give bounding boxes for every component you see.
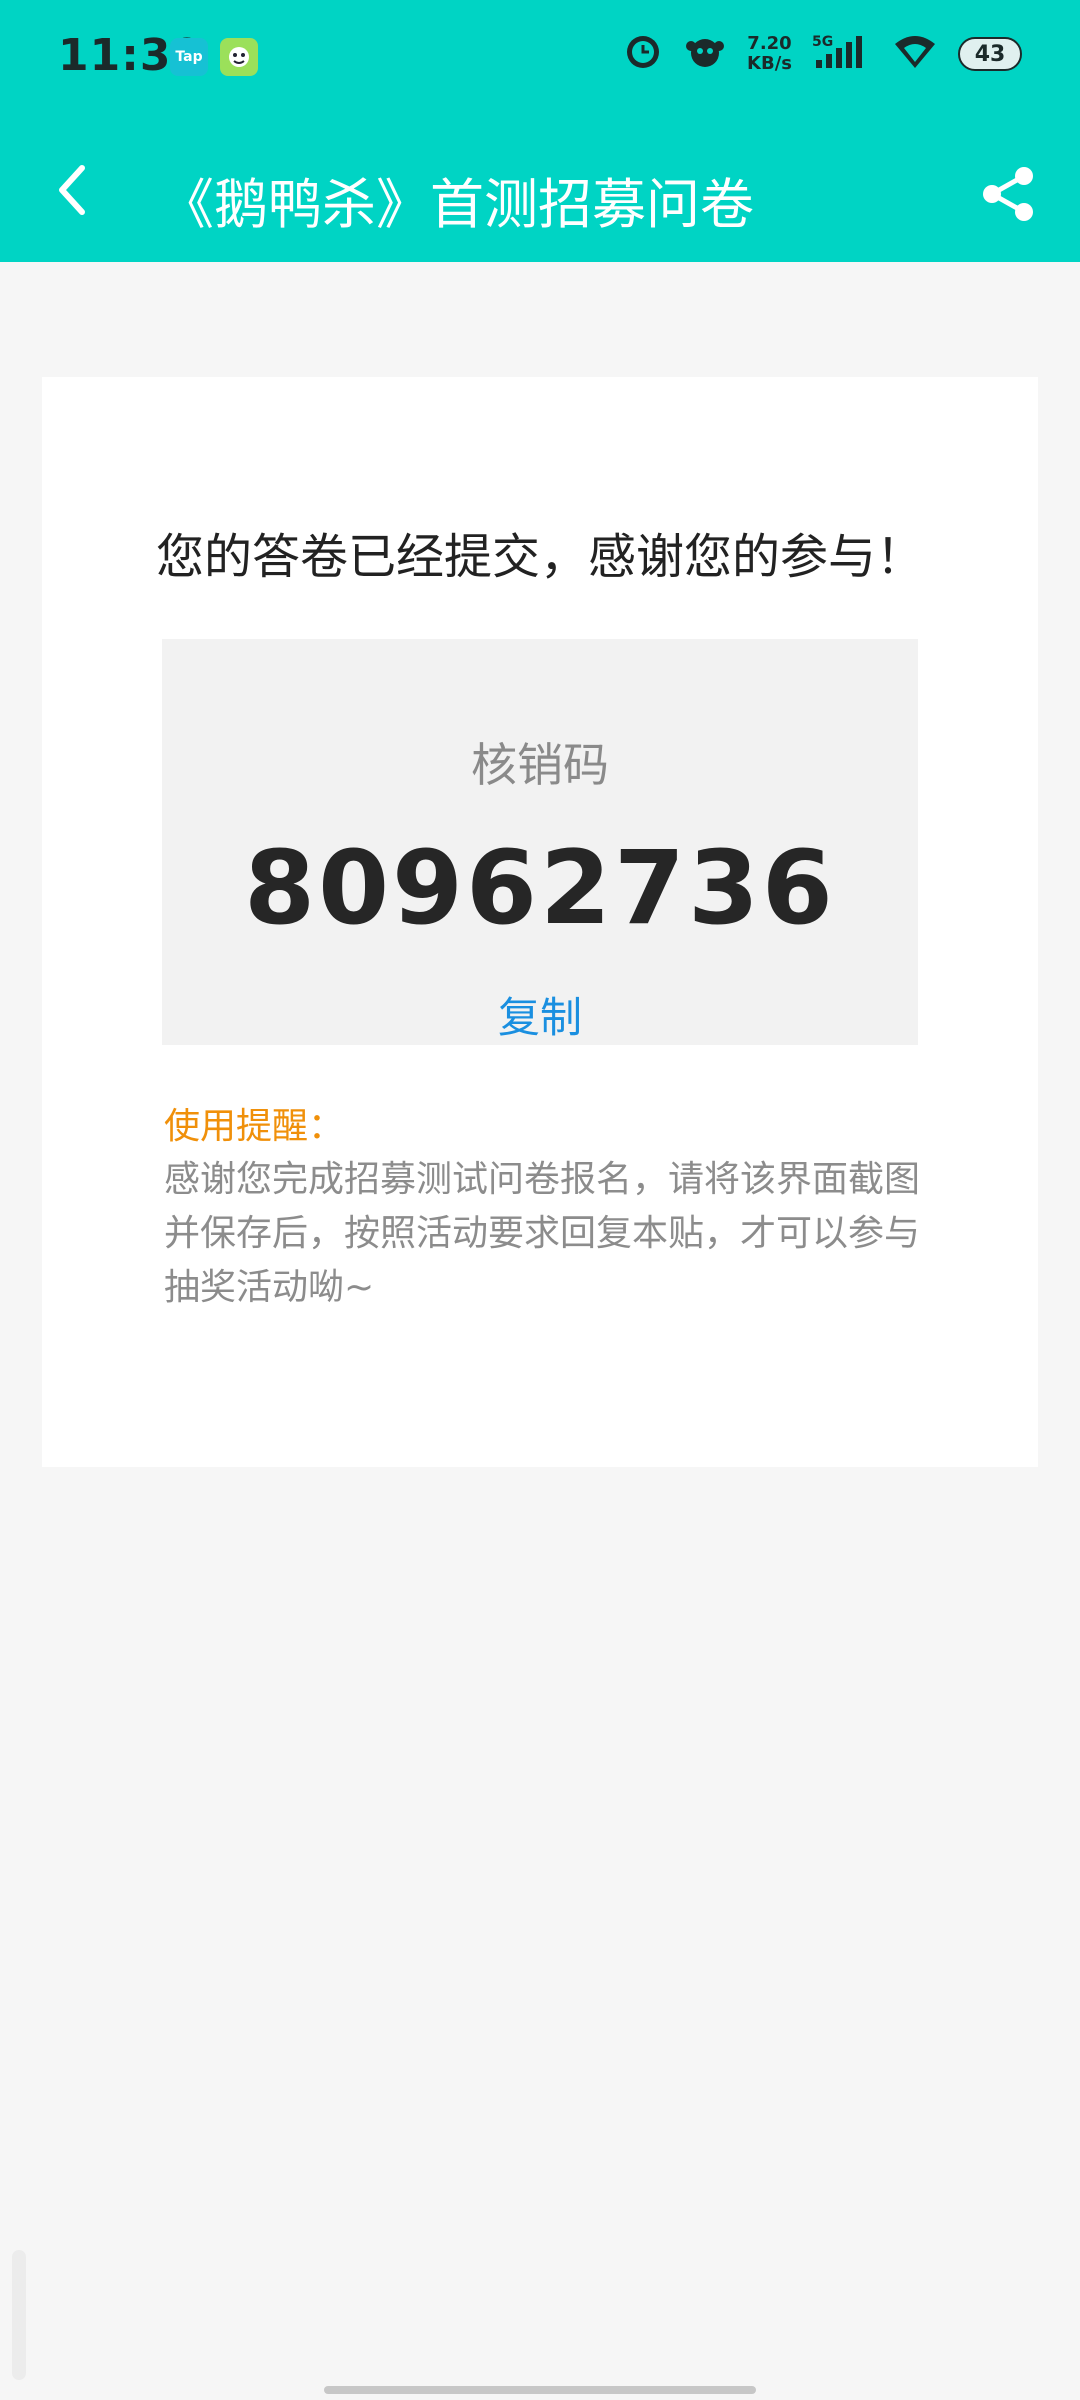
cellular-signal-icon: 5G — [812, 32, 872, 76]
status-right: 7.20 KB/s 5G 43 — [623, 32, 1022, 76]
code-value: 80962736 — [244, 829, 836, 948]
app-bar: 《鹅鸭杀》首测招募问卷 — [0, 118, 1080, 262]
game-app-icon — [220, 38, 258, 76]
tap-app-icon: Tap — [170, 38, 208, 76]
battery-indicator: 43 — [958, 37, 1022, 71]
page-title: 《鹅鸭杀》首测招募问卷 — [160, 173, 754, 236]
submitted-message: 您的答卷已经提交，感谢您的参与！ — [156, 529, 925, 585]
reminder-title: 使用提醒： — [164, 1106, 345, 1147]
header: 11:30 Tap 7.20 KB/s 5G 43 《鹅鸭杀》首测招募问卷 — [0, 0, 1080, 262]
redeem-code-box: 核销码 80962736 复制 — [162, 639, 918, 1045]
chevron-left-icon — [59, 165, 85, 215]
network-speed: 7.20 KB/s — [747, 33, 792, 74]
mascot-icon — [683, 32, 727, 76]
edge-handle[interactable] — [12, 2250, 26, 2380]
alarm-icon — [623, 32, 663, 76]
wifi-icon — [892, 32, 938, 76]
back-button[interactable] — [44, 162, 100, 218]
share-button[interactable] — [972, 158, 1044, 230]
svg-text:5G: 5G — [812, 34, 833, 50]
result-card: 您的答卷已经提交，感谢您的参与！ 核销码 80962736 复制 使用提醒： 感… — [42, 377, 1038, 1467]
gesture-bar[interactable] — [324, 2386, 756, 2394]
status-app-icons: Tap — [170, 38, 258, 76]
status-bar: 11:30 Tap 7.20 KB/s 5G 43 — [0, 0, 1080, 118]
copy-button[interactable]: 复制 — [162, 984, 918, 1045]
code-label: 核销码 — [471, 738, 609, 792]
reminder-body: 感谢您完成招募测试问卷报名，请将该界面截图并保存后，按照活动要求回复本贴，才可以… — [164, 1159, 921, 1308]
share-icon — [983, 167, 1033, 221]
